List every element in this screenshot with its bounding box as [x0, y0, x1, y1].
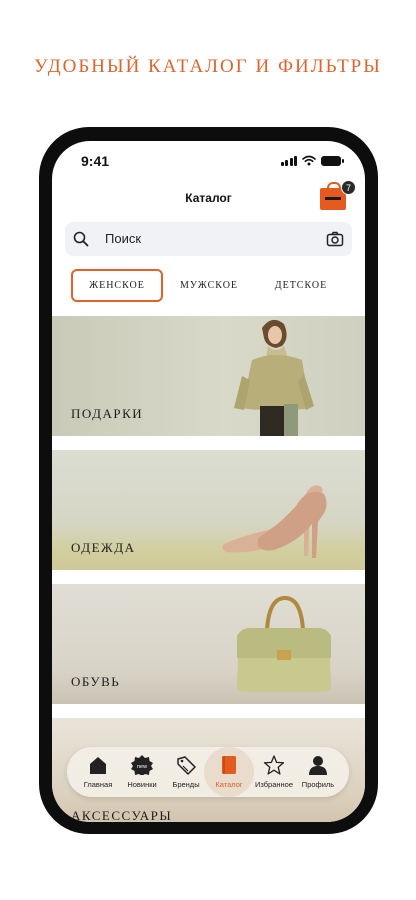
category-label: ОБУВЬ — [71, 674, 121, 689]
category-label: ПОДАРКИ — [71, 406, 144, 421]
camera-icon[interactable] — [326, 230, 344, 248]
home-icon — [90, 757, 106, 774]
page-title: Каталог — [185, 191, 232, 205]
tab-kids[interactable]: ДЕТСКОЕ — [255, 269, 347, 302]
nav-label: Профиль — [301, 780, 335, 789]
category-clothing[interactable]: ОДЕЖДА — [52, 450, 365, 570]
gifts-model-image — [234, 319, 314, 436]
cart-count-badge: 7 — [341, 180, 356, 195]
promo-headline: УДОБНЫЙ КАТАЛОГ И ФИЛЬТРЫ — [34, 56, 382, 77]
category-gifts[interactable]: ПОДАРКИ — [52, 316, 365, 436]
search-input[interactable]: Поиск — [105, 231, 141, 246]
category-shoes[interactable]: ОБУВЬ — [52, 584, 365, 704]
heels-image — [222, 485, 327, 558]
category-label: АКСЕССУАРЫ — [71, 808, 173, 822]
tab-women[interactable]: ЖЕНСКОЕ — [71, 269, 163, 302]
nav-new[interactable]: new Новинки — [121, 747, 163, 797]
nav-profile[interactable]: Профиль — [297, 747, 339, 797]
status-icons — [280, 155, 344, 166]
tag-icon — [177, 756, 196, 775]
catalog-book-icon — [222, 756, 236, 774]
nav-catalog[interactable]: Каталог — [208, 747, 250, 797]
star-icon — [263, 755, 285, 775]
status-time: 9:41 — [81, 153, 110, 169]
search-bar[interactable]: Поиск — [65, 222, 352, 256]
handbag-image — [237, 595, 331, 692]
tab-men[interactable]: МУЖСКОЕ — [163, 269, 255, 302]
battery-icon — [321, 155, 344, 166]
new-badge-text: new — [137, 764, 147, 770]
nav-home[interactable]: Главная — [77, 747, 119, 797]
nav-favorites[interactable]: Избранное — [253, 747, 295, 797]
wifi-icon — [302, 155, 316, 166]
nav-brands[interactable]: Бренды — [165, 747, 207, 797]
new-badge-icon: new — [131, 755, 153, 775]
cart-button[interactable]: 7 — [320, 180, 356, 210]
search-icon — [73, 231, 89, 247]
cellular-signal-icon — [280, 155, 297, 166]
bottom-navigation: Главная new Новинки Бренды Каталог Избра… — [67, 747, 349, 797]
category-label: ОДЕЖДА — [71, 540, 136, 555]
profile-icon — [309, 756, 327, 775]
app-screen: 9:41 Каталог 7 Поиск ЖЕНСКОЕ МУЖСКОЕ ДЕТ… — [52, 141, 365, 822]
